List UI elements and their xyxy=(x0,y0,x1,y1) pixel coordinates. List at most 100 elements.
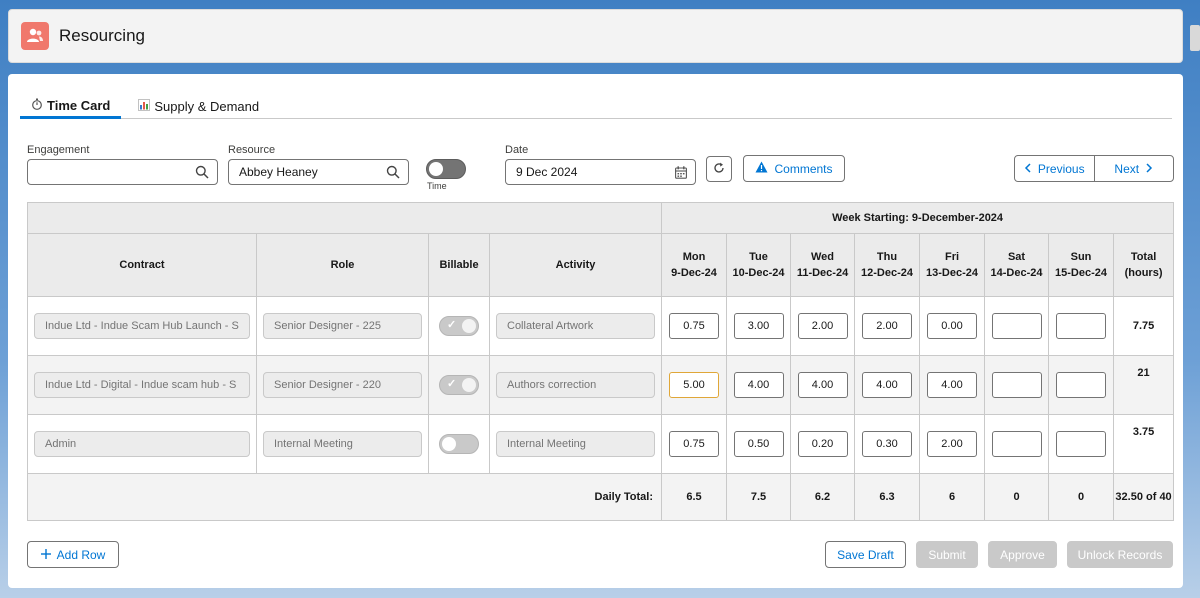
comments-button[interactable]: Comments xyxy=(743,155,845,182)
submit-button[interactable]: Submit xyxy=(916,541,978,568)
scrollbar[interactable] xyxy=(1190,25,1200,51)
hours-input[interactable]: 4.00 xyxy=(733,372,784,398)
time-toggle[interactable] xyxy=(426,159,466,179)
resource-label: Resource xyxy=(228,144,276,156)
approve-button[interactable]: Approve xyxy=(988,541,1057,568)
billable-toggle[interactable]: ✓ xyxy=(439,316,479,336)
hours-input[interactable]: 0.20 xyxy=(797,431,848,457)
previous-button[interactable]: Previous xyxy=(1015,156,1094,181)
hours-input[interactable]: 2.00 xyxy=(797,313,848,339)
next-label: Next xyxy=(1114,161,1140,176)
hours-input[interactable]: 2.00 xyxy=(862,313,912,339)
daily-total-value: 6.5 xyxy=(661,473,727,521)
stopwatch-icon xyxy=(31,98,43,113)
app-header: Resourcing xyxy=(8,9,1183,63)
hours-input[interactable] xyxy=(991,372,1042,398)
tab-bar: Time Card Supply & Demand xyxy=(20,94,1172,119)
table-row: Indue Ltd - Digital - Indue scam hub - S… xyxy=(27,355,1175,415)
hours-input[interactable] xyxy=(1056,372,1106,398)
table-row: Admin Internal Meeting Internal Meeting … xyxy=(27,414,1175,474)
time-toggle-label: Time xyxy=(427,181,447,191)
contract-field[interactable]: Indue Ltd - Indue Scam Hub Launch - S xyxy=(34,313,250,339)
calendar-icon[interactable] xyxy=(675,166,687,182)
timecard-grid: Week Starting: 9-December-2024 Contract … xyxy=(27,202,1175,521)
daily-total-value: 6 xyxy=(919,473,985,521)
main-card: Time Card Supply & Demand Engagement Res… xyxy=(8,74,1183,588)
date-label: Date xyxy=(505,144,529,156)
add-row-button[interactable]: Add Row xyxy=(27,541,119,568)
daily-total-value: 0 xyxy=(1048,473,1114,521)
engagement-input[interactable] xyxy=(38,165,217,179)
hours-input[interactable]: 0.00 xyxy=(927,313,977,339)
column-header-total: Total (hours) xyxy=(1112,233,1175,297)
daily-total-value: 6.3 xyxy=(854,473,920,521)
tab-label: Supply & Demand xyxy=(154,98,260,114)
contract-field[interactable]: Indue Ltd - Digital - Indue scam hub - S xyxy=(34,372,250,398)
hours-input[interactable]: 0.30 xyxy=(862,431,912,457)
role-field[interactable]: Senior Designer - 225 xyxy=(263,313,422,339)
people-icon xyxy=(21,22,49,50)
row-total: 7.75 xyxy=(1112,296,1175,356)
contract-field[interactable]: Admin xyxy=(34,431,250,457)
add-row-label: Add Row xyxy=(56,547,106,562)
hours-input[interactable]: 4.00 xyxy=(797,372,848,398)
date-input[interactable] xyxy=(516,165,695,179)
save-draft-button[interactable]: Save Draft xyxy=(825,541,906,568)
tab-supply-demand[interactable]: Supply & Demand xyxy=(127,94,270,118)
hours-input[interactable] xyxy=(991,431,1042,457)
role-field[interactable]: Internal Meeting xyxy=(263,431,422,457)
hours-input[interactable] xyxy=(991,313,1042,339)
week-heading: Week Starting: 9-December-2024 xyxy=(660,202,1175,234)
chevron-left-icon xyxy=(1024,162,1032,176)
column-header-billable: Billable xyxy=(428,233,490,297)
next-button[interactable]: Next xyxy=(1093,156,1174,181)
billable-toggle[interactable]: ✓ xyxy=(439,375,479,395)
search-icon[interactable] xyxy=(195,165,209,182)
warning-icon xyxy=(755,161,768,176)
engagement-lookup[interactable] xyxy=(27,159,218,185)
grand-total: 32.50 of 40 xyxy=(1112,473,1175,521)
daily-total-value: 6.2 xyxy=(790,473,855,521)
hours-input[interactable]: 5.00 xyxy=(669,372,719,398)
hours-input[interactable]: 4.00 xyxy=(862,372,912,398)
column-header-contract: Contract xyxy=(27,233,257,297)
hours-input[interactable]: 3.00 xyxy=(733,313,784,339)
column-header-day: Fri 13-Dec-24 xyxy=(919,233,985,297)
refresh-icon xyxy=(713,162,725,177)
column-header-role: Role xyxy=(256,233,429,297)
chevron-right-icon xyxy=(1145,162,1153,176)
column-header-day: Sun 15-Dec-24 xyxy=(1048,233,1114,297)
daily-total-row: Daily Total: 6.5 7.5 6.2 6.3 6 0 0 32.50… xyxy=(27,473,1175,521)
daily-total-value: 7.5 xyxy=(726,473,791,521)
row-total: 3.75 xyxy=(1112,414,1175,474)
hours-input[interactable]: 0.50 xyxy=(733,431,784,457)
hours-input[interactable]: 0.75 xyxy=(669,313,719,339)
unlock-records-button[interactable]: Unlock Records xyxy=(1067,541,1173,568)
billable-toggle[interactable] xyxy=(439,434,479,454)
activity-field[interactable]: Internal Meeting xyxy=(496,431,655,457)
search-icon[interactable] xyxy=(386,165,400,182)
activity-field[interactable]: Collateral Artwork xyxy=(496,313,655,339)
column-header-activity: Activity xyxy=(489,233,662,297)
refresh-button[interactable] xyxy=(706,156,732,182)
resource-input[interactable] xyxy=(239,165,408,179)
hours-input[interactable] xyxy=(1056,431,1106,457)
comments-label: Comments xyxy=(774,161,833,176)
column-header-day: Tue 10-Dec-24 xyxy=(726,233,791,297)
activity-field[interactable]: Authors correction xyxy=(496,372,655,398)
app-title: Resourcing xyxy=(59,26,145,45)
tab-time-card[interactable]: Time Card xyxy=(20,94,122,119)
table-row: Indue Ltd - Indue Scam Hub Launch - S Se… xyxy=(27,296,1175,356)
row-total: 21 xyxy=(1112,355,1175,415)
resource-lookup[interactable] xyxy=(228,159,409,185)
role-field[interactable]: Senior Designer - 220 xyxy=(263,372,422,398)
grid-header-blank xyxy=(27,202,662,234)
column-header-day: Mon 9-Dec-24 xyxy=(661,233,727,297)
hours-input[interactable]: 4.00 xyxy=(927,372,977,398)
daily-total-label: Daily Total: xyxy=(27,473,662,521)
hours-input[interactable]: 2.00 xyxy=(927,431,977,457)
hours-input[interactable]: 0.75 xyxy=(669,431,719,457)
plus-icon xyxy=(40,548,51,562)
hours-input[interactable] xyxy=(1056,313,1106,339)
date-picker[interactable] xyxy=(505,159,696,185)
